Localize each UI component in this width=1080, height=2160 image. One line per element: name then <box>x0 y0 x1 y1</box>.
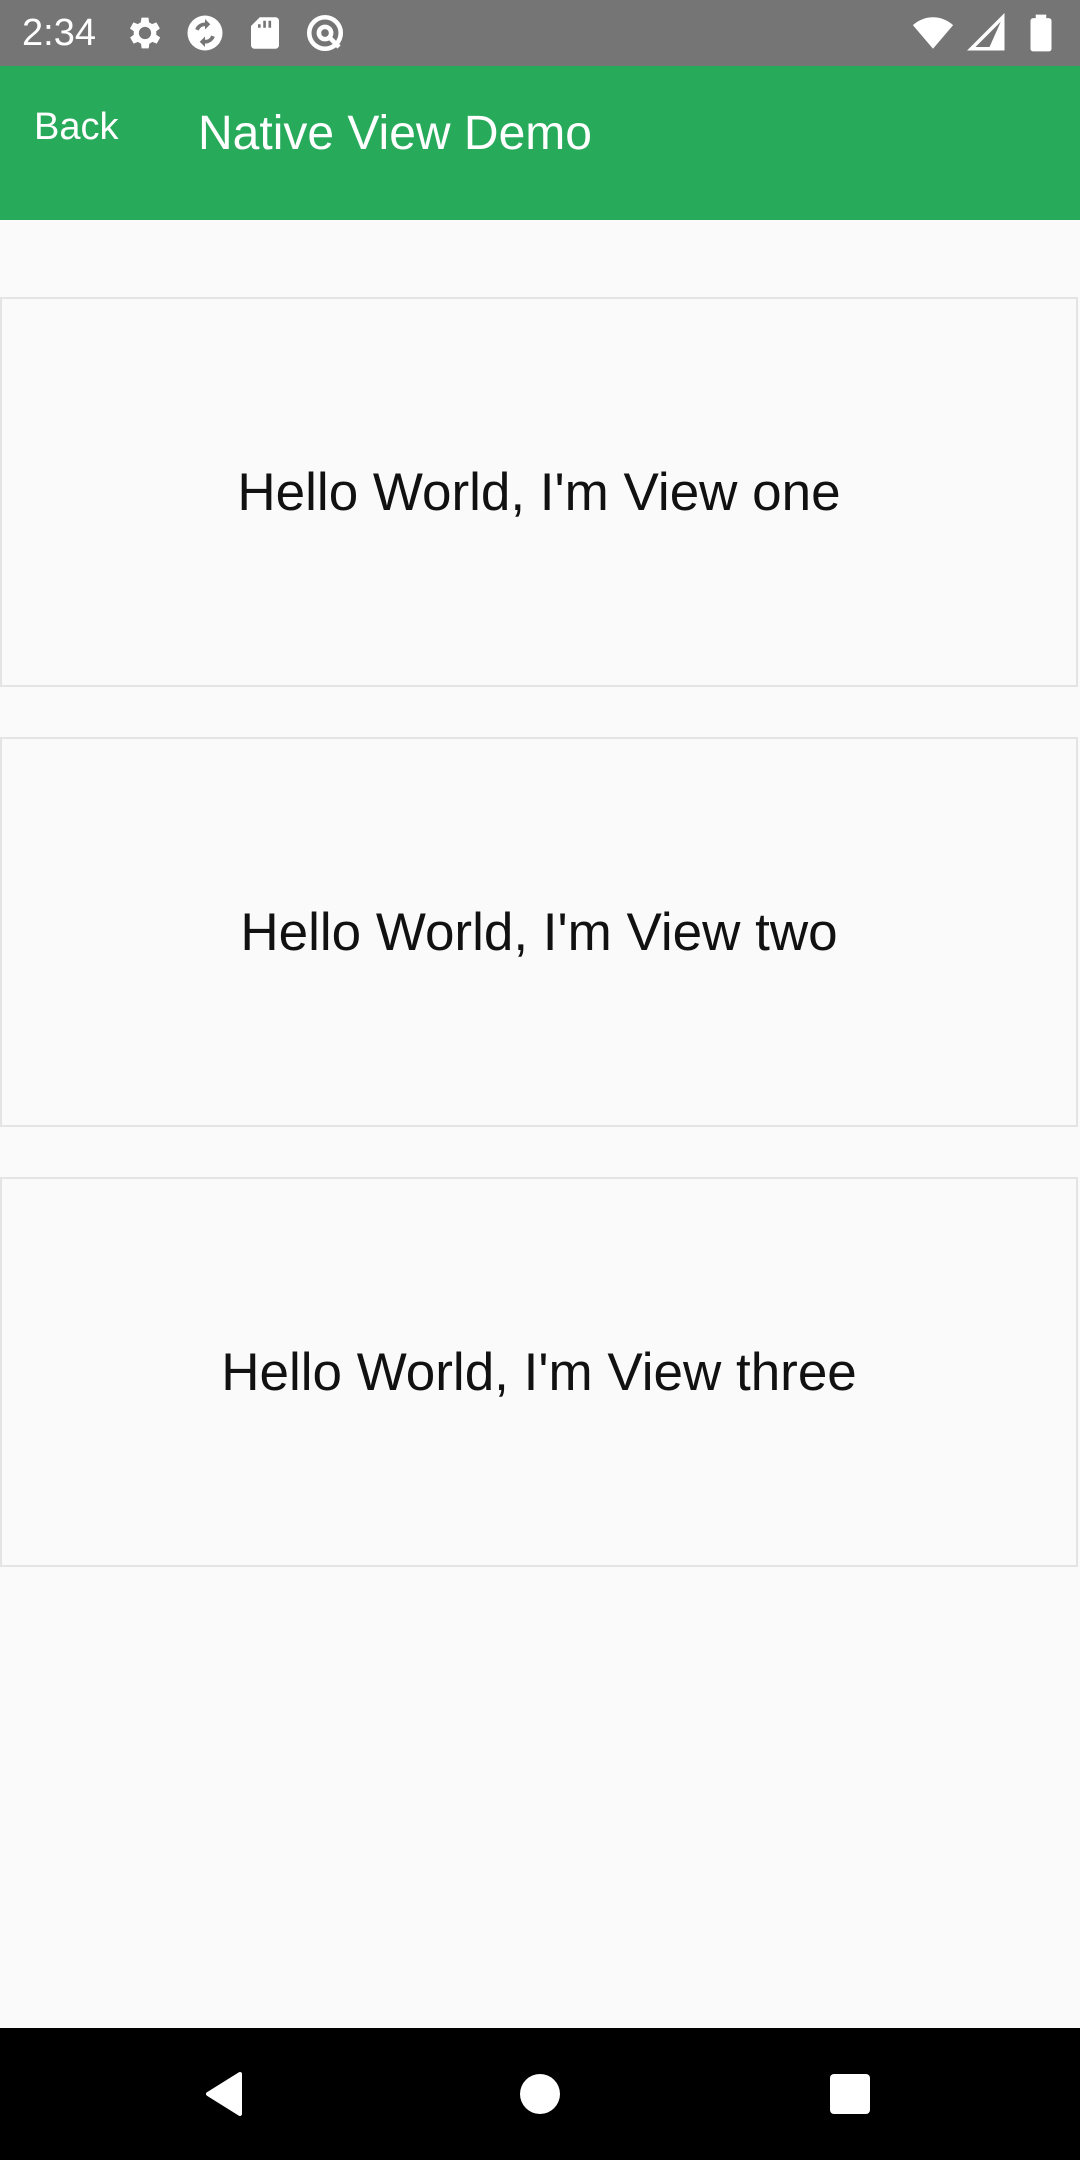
page-title: Native View Demo <box>198 107 592 160</box>
sync-icon <box>187 15 223 51</box>
status-time: 2:34 <box>22 12 96 54</box>
native-view-two: Hello World, I'm View two <box>0 737 1078 1127</box>
native-view-three: Hello World, I'm View three <box>0 1177 1078 1567</box>
native-view-one: Hello World, I'm View one <box>0 297 1078 687</box>
app-bar: Back Native View Demo <box>0 66 1080 220</box>
back-button[interactable]: Back <box>34 102 118 152</box>
status-system-icons <box>912 12 1062 54</box>
view-two-label: Hello World, I'm View two <box>240 902 838 962</box>
battery-icon <box>1030 14 1052 52</box>
status-bar: 2:34 <box>0 0 1080 66</box>
view-three-label: Hello World, I'm View three <box>221 1342 857 1402</box>
cell-signal-icon <box>967 13 1005 51</box>
at-sign-icon <box>306 14 344 52</box>
view-one-label: Hello World, I'm View one <box>237 462 841 522</box>
nav-home-icon[interactable] <box>510 2064 570 2124</box>
app-screen: 2:34 Back Native View Demo Hello World, … <box>0 0 1080 2160</box>
nav-back-icon[interactable] <box>196 2064 256 2124</box>
sd-card-icon <box>251 17 279 49</box>
status-notification-icons <box>124 12 346 54</box>
settings-icon <box>129 17 161 49</box>
nav-recents-icon[interactable] <box>820 2064 880 2124</box>
system-nav-bar <box>0 2028 1080 2160</box>
wifi-icon <box>912 17 954 49</box>
